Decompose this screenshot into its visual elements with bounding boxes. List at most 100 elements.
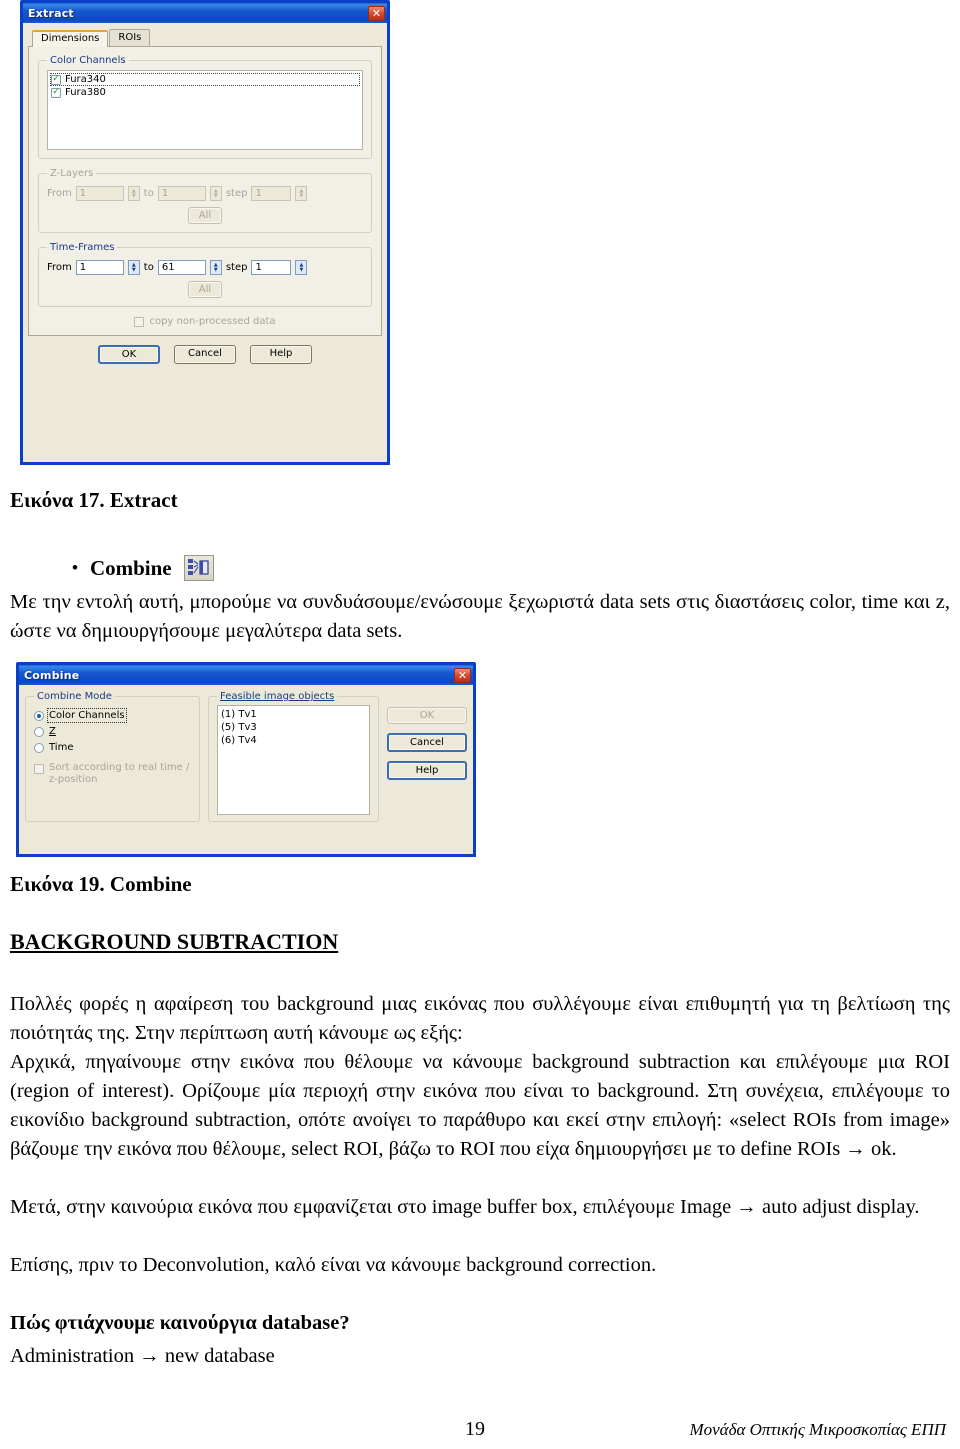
z-to-spinner[interactable]: ▲ ▼	[209, 186, 222, 201]
checkbox-fura340[interactable]: ✓	[51, 74, 61, 85]
cancel-button[interactable]: Cancel	[174, 345, 236, 364]
combine-dialog-title: Combine	[24, 668, 80, 682]
background-subtraction-paragraph-1: Πολλές φορές η αφαίρεση του background μ…	[10, 993, 950, 1044]
checkbox-fura380[interactable]: ✓	[51, 87, 61, 98]
z-from-label: From	[47, 188, 72, 199]
time-all-row: All	[47, 281, 363, 298]
question-title: Πώς φτιάχνουμε καινούργια database?	[10, 1312, 350, 1334]
list-item[interactable]: ✓ Fura340	[50, 73, 360, 86]
tab-rois[interactable]: ROIs	[109, 29, 151, 46]
footer-page-number: 19	[465, 1418, 485, 1440]
combine-mode-legend: Combine Mode	[37, 691, 112, 702]
extract-button-row: OK Cancel Help	[28, 345, 382, 364]
color-channels-group: Color Channels ✓ Fura340 ✓ Fura380	[38, 55, 372, 159]
radio-color-channels-row[interactable]: Color Channels	[34, 708, 191, 723]
z-to-label: to	[143, 188, 154, 199]
figure-19-caption: Εικόνα 19. Combine	[10, 872, 192, 896]
sort-checkbox-label: Sort according to real time / z-position	[49, 762, 190, 785]
z-all-row: All	[47, 207, 363, 224]
time-from-input[interactable]: 1	[75, 260, 124, 275]
bullet-icon: •	[72, 558, 78, 577]
background-subtraction-paragraph-2: Αρχικά, πηγαίνουμε στην εικόνα που θέλου…	[10, 1051, 950, 1160]
extract-dialog-body: Dimensions ROIs Color Channels ✓ Fura340…	[23, 23, 387, 369]
cancel-button[interactable]: Cancel	[387, 733, 467, 752]
background-subtraction-paragraph-4: Επίσης, πριν το Deconvolution, καλό είνα…	[10, 1254, 657, 1276]
time-from-spinner[interactable]: ▲ ▼	[127, 260, 140, 275]
footer-organization: Μονάδα Οπτικής Μικροσκοπίας ΕΠΠ	[689, 1420, 946, 1439]
background-subtraction-paragraph-3: Μετά, στην καινούρια εικόνα που εμφανίζε…	[10, 1196, 920, 1218]
z-to-input[interactable]: 1	[157, 186, 206, 201]
combine-dialog-titlebar: Combine ✕	[19, 665, 473, 685]
list-item-label: (1) Tv1	[221, 709, 257, 720]
list-item-label: Fura380	[65, 87, 106, 98]
extract-dialog: Extract ✕ Dimensions ROIs Color Channels…	[20, 0, 390, 465]
time-frames-group: Time-Frames From 1 ▲ ▼ to 61 ▲ ▼ step 1 ▲ ▼…	[38, 242, 372, 307]
radio-time-row[interactable]: Time	[34, 742, 191, 753]
extract-dimensions-page: Color Channels ✓ Fura340 ✓ Fura380 Z-Lay…	[28, 46, 382, 336]
combine-button-column: OK Cancel Help	[387, 691, 467, 822]
combine-mode-group: Combine Mode Color Channels Z Time Sort …	[25, 691, 200, 822]
z-layers-range-row: From 1 ▲ ▼ to 1 ▲ ▼ step 1 ▲ ▼	[47, 186, 363, 201]
feasible-objects-listbox[interactable]: (1) Tv1 (5) Tv3 (6) Tv4	[217, 705, 370, 815]
z-step-label: step	[225, 188, 248, 199]
checkbox-copy-non-processed[interactable]	[134, 316, 145, 327]
copy-nonprocessed-row: copy non-processed data	[38, 316, 372, 327]
radio-z[interactable]	[34, 726, 44, 737]
close-icon[interactable]: ✕	[454, 667, 471, 683]
combine-dialog-body: Combine Mode Color Channels Z Time Sort …	[19, 685, 473, 828]
z-layers-group: Z-Layers From 1 ▲ ▼ to 1 ▲ ▼ step 1 ▲ ▼ All	[38, 168, 372, 233]
ok-button[interactable]: OK	[98, 345, 160, 364]
color-channels-listbox[interactable]: ✓ Fura340 ✓ Fura380	[47, 70, 363, 150]
ok-button[interactable]: OK	[387, 707, 467, 724]
feasible-objects-legend: Feasible image objects	[220, 691, 335, 702]
combine-bullet-line: • Combine	[72, 555, 214, 581]
z-layers-legend: Z-Layers	[50, 168, 94, 179]
sort-checkbox-row[interactable]: Sort according to real time / z-position	[34, 762, 191, 786]
tab-dimensions[interactable]: Dimensions	[32, 30, 109, 47]
combine-description-paragraph: Με την εντολή αυτή, μπορούμε να συνδυάσο…	[10, 591, 950, 642]
list-item-label: (6) Tv4	[221, 735, 257, 746]
figure-17-caption: Εικόνα 17. Extract	[10, 488, 178, 512]
time-to-spinner[interactable]: ▲ ▼	[209, 260, 222, 275]
z-step-spinner[interactable]: ▲ ▼	[295, 186, 308, 201]
time-frames-legend: Time-Frames	[50, 242, 115, 253]
checkbox-sort-real-time[interactable]	[34, 764, 44, 774]
combine-dialog: Combine ✕ Combine Mode Color Channels Z …	[16, 662, 476, 857]
z-step-input[interactable]: 1	[251, 186, 292, 201]
time-step-spinner[interactable]: ▲ ▼	[295, 260, 308, 275]
help-button[interactable]: Help	[387, 761, 467, 780]
list-item[interactable]: (5) Tv3	[220, 721, 367, 734]
time-to-input[interactable]: 61	[157, 260, 206, 275]
radio-color-channels[interactable]	[34, 710, 44, 721]
combine-toolbar-icon[interactable]	[183, 555, 214, 581]
time-to-label: to	[143, 262, 154, 273]
time-from-label: From	[47, 262, 72, 273]
time-frames-range-row: From 1 ▲ ▼ to 61 ▲ ▼ step 1 ▲ ▼	[47, 260, 363, 275]
list-item[interactable]: ✓ Fura380	[50, 86, 360, 99]
list-item[interactable]: (6) Tv4	[220, 734, 367, 747]
color-channels-legend: Color Channels	[50, 55, 126, 66]
radio-color-channels-label: Color Channels	[47, 708, 127, 723]
section-title: BACKGROUND SUBTRACTION	[10, 929, 339, 954]
radio-z-row[interactable]: Z	[34, 726, 191, 737]
question-answer: Administration → new database	[10, 1345, 275, 1367]
time-all-button[interactable]: All	[188, 281, 222, 298]
radio-time[interactable]	[34, 742, 44, 753]
radio-z-label: Z	[49, 726, 56, 737]
extract-dialog-titlebar: Extract ✕	[23, 3, 387, 23]
extract-tabstrip: Dimensions ROIs	[28, 28, 382, 47]
time-step-input[interactable]: 1	[251, 260, 292, 275]
help-button[interactable]: Help	[250, 345, 312, 364]
radio-time-label: Time	[49, 742, 74, 753]
extract-dialog-title: Extract	[28, 6, 74, 20]
close-icon[interactable]: ✕	[368, 5, 385, 21]
feasible-objects-group: Feasible image objects (1) Tv1 (5) Tv3 (…	[208, 691, 379, 822]
list-item-label: (5) Tv3	[221, 722, 257, 733]
combine-bullet-label: Combine	[89, 555, 172, 580]
z-from-input[interactable]: 1	[75, 186, 124, 201]
copy-non-processed-label: copy non-processed data	[149, 316, 276, 327]
list-item[interactable]: (1) Tv1	[220, 708, 367, 721]
z-all-button[interactable]: All	[188, 207, 222, 224]
z-from-spinner[interactable]: ▲ ▼	[127, 186, 140, 201]
time-step-label: step	[225, 262, 248, 273]
